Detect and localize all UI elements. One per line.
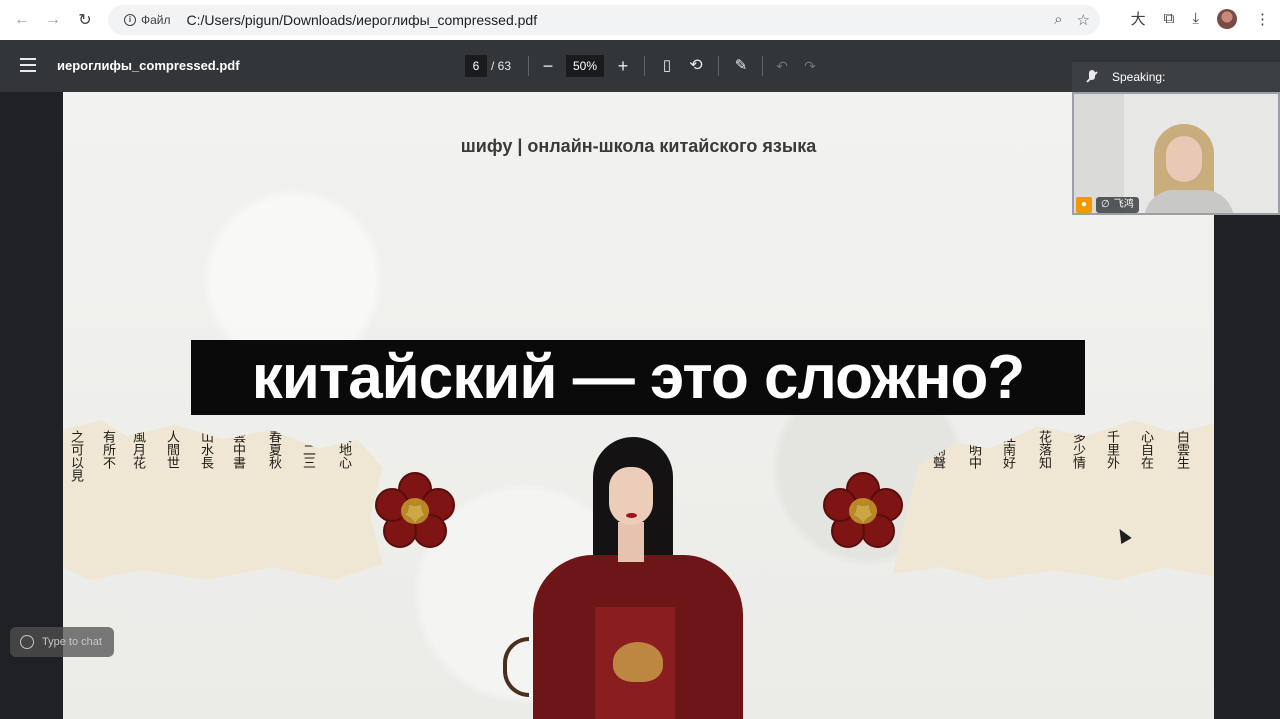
reload-button[interactable]: ↻ <box>71 6 99 34</box>
participant-name: 飞鸿 <box>1113 199 1134 210</box>
bookmark-star-icon[interactable]: ☆ <box>1077 11 1090 29</box>
toolbar-divider <box>528 56 529 76</box>
page-number-input[interactable]: 6 <box>465 55 487 77</box>
pdf-file-name: иероглифы_compressed.pdf <box>57 58 240 73</box>
speaking-label: Speaking: <box>1112 70 1166 84</box>
zoom-out-button[interactable]: − <box>536 54 560 78</box>
calligraphy-scroll-right: 夜雨聲 月明中 江南好 花落知 多少情 千里外 心自在 白雲生 <box>893 420 1214 580</box>
pdf-page: шифу | онлайн-школа китайского языка кит… <box>63 92 1214 719</box>
toolbar-divider <box>762 56 763 76</box>
toolbar-divider <box>718 56 719 76</box>
annotate-pen-icon[interactable]: ✎ <box>729 54 753 78</box>
page-subtitle: шифу | онлайн-школа китайского языка <box>460 136 817 156</box>
plum-flower-left <box>373 472 457 550</box>
page-headline: китайский — это сложно? <box>191 340 1085 415</box>
back-button[interactable]: ← <box>8 6 36 34</box>
profile-avatar[interactable] <box>1217 8 1237 29</box>
woman-in-hanfu-image <box>503 437 773 719</box>
fit-page-icon[interactable]: ▯ <box>655 54 679 78</box>
redo-icon[interactable]: ↷ <box>798 54 822 78</box>
speaking-indicator: Speaking: <box>1072 62 1280 92</box>
translate-extension-icon[interactable]: 大 <box>1131 8 1146 29</box>
rotate-icon[interactable]: ⟲ <box>684 54 708 78</box>
zoom-in-button[interactable]: + <box>611 54 635 78</box>
mic-off-icon[interactable] <box>1084 69 1100 85</box>
mic-off-small-icon: ∅ <box>1101 199 1110 210</box>
calligraphy-scroll-left: 之可以見 有所不 風月花 人間世 山水長 雲中書 春夏秋 一二三 天地心 <box>63 420 383 580</box>
download-icon[interactable]: ⤓ <box>1192 10 1199 27</box>
address-bar[interactable]: i Файл C:/Users/pigun/Downloads/иероглиф… <box>108 5 1100 35</box>
zoom-input[interactable]: 50% <box>566 55 604 77</box>
smiley-icon[interactable] <box>20 635 34 649</box>
chat-placeholder: Type to chat <box>42 636 102 648</box>
zoom-icon[interactable]: ⌕ <box>1054 11 1062 29</box>
menu-icon[interactable] <box>20 58 36 72</box>
chat-input[interactable]: Type to chat <box>10 627 114 657</box>
user-icon: ● <box>1076 197 1092 213</box>
plum-flower-right <box>821 472 905 550</box>
toolbar-divider <box>644 56 645 76</box>
extensions-puzzle-icon[interactable]: ⧉ <box>1164 10 1175 27</box>
undo-icon[interactable]: ↶ <box>770 54 794 78</box>
participant-video[interactable]: ● ∅ 飞鸿 <box>1072 92 1280 215</box>
participant-name-tag: ∅ 飞鸿 <box>1096 197 1139 213</box>
more-menu-icon[interactable]: ⋮ <box>1255 10 1270 28</box>
page-total: / 63 <box>491 59 512 73</box>
url-text[interactable]: C:/Users/pigun/Downloads/иероглифы_compr… <box>187 12 538 28</box>
site-info-label: Файл <box>141 13 171 27</box>
site-info-button[interactable]: i Файл <box>118 11 177 29</box>
info-icon: i <box>124 14 136 26</box>
forward-button[interactable]: → <box>39 6 67 34</box>
browser-toolbar: ← → ↻ i Файл C:/Users/pigun/Downloads/ие… <box>0 0 1280 40</box>
